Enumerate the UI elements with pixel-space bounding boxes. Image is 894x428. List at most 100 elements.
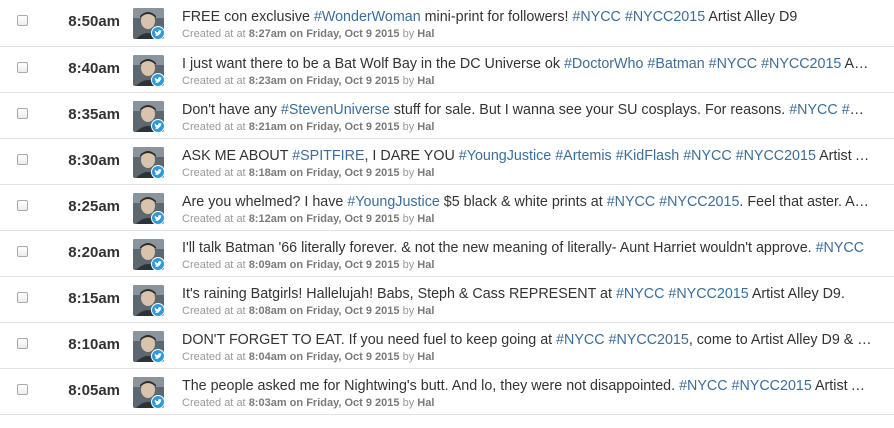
hashtag-link[interactable]: #NYCC2015 <box>761 56 841 72</box>
post-text[interactable]: It's raining Batgirls! Hallelujah! Babs,… <box>182 286 872 302</box>
author-name[interactable]: Hal <box>417 75 434 87</box>
on-label: on <box>289 167 304 179</box>
author-name[interactable]: Hal <box>417 213 434 225</box>
hashtag-link[interactable]: #NYCC2015 <box>609 332 689 348</box>
avatar[interactable] <box>133 331 164 362</box>
avatar[interactable] <box>133 8 164 39</box>
post-row[interactable]: 8:35am Don't have any #StevenUniverse st… <box>0 93 894 139</box>
post-text-segment: Artist Alley D9 <box>814 378 872 394</box>
post-text[interactable]: FREE con exclusive #WonderWoman mini-pri… <box>182 9 872 25</box>
twitter-icon <box>151 211 164 224</box>
twitter-icon <box>151 303 164 316</box>
author-name[interactable]: Hal <box>417 167 434 179</box>
by-label: by <box>402 28 415 40</box>
hashtag-link[interactable]: #NYCC2015 <box>732 378 812 394</box>
post-meta: Created at at 8:09am on Friday, Oct 9 20… <box>182 259 434 271</box>
created-label: Created at <box>182 28 234 40</box>
post-text[interactable]: Are you whelmed? I have #YoungJustice $5… <box>182 194 872 210</box>
hashtag-link[interactable]: #StevenUniverse <box>281 102 390 118</box>
hashtag-link[interactable]: #NYCC2015 <box>736 148 816 164</box>
created-time: 8:27am <box>248 28 287 40</box>
hashtag-link[interactable]: #NYCC2015 <box>659 194 739 210</box>
post-row[interactable]: 8:20am I'll talk Batman '66 literally fo… <box>0 231 894 277</box>
author-name[interactable]: Hal <box>417 305 434 317</box>
select-checkbox[interactable] <box>17 62 28 73</box>
hashtag-link[interactable]: #NYCC <box>607 194 655 210</box>
hashtag-link[interactable]: #SPITFIRE <box>292 148 364 164</box>
select-checkbox[interactable] <box>17 338 28 349</box>
hashtag-link[interactable]: #NYCC <box>709 56 757 72</box>
author-name[interactable]: Hal <box>417 259 434 271</box>
select-checkbox[interactable] <box>17 200 28 211</box>
post-text[interactable]: DON'T FORGET TO EAT. If you need fuel to… <box>182 332 872 348</box>
at-label: at <box>236 75 246 87</box>
post-text[interactable]: I just want there to be a Bat Wolf Bay i… <box>182 56 872 72</box>
on-label: on <box>289 351 304 363</box>
at-label: at <box>236 351 246 363</box>
avatar[interactable] <box>133 55 164 86</box>
author-name[interactable]: Hal <box>417 121 434 133</box>
select-checkbox[interactable] <box>17 154 28 165</box>
hashtag-link[interactable]: #NYCC2015 <box>842 102 872 118</box>
by-label: by <box>402 75 415 87</box>
hashtag-link[interactable]: #DoctorWho <box>564 56 643 72</box>
post-row[interactable]: 8:15am It's raining Batgirls! Hallelujah… <box>0 277 894 323</box>
post-text-segment: ASK ME ABOUT <box>182 148 293 164</box>
post-text-segment: FREE con exclusive <box>182 9 314 25</box>
select-checkbox[interactable] <box>17 108 28 119</box>
hashtag-link[interactable]: #NYCC <box>679 378 727 394</box>
post-row[interactable]: 8:05am The people asked me for Nightwing… <box>0 369 894 415</box>
hashtag-link[interactable]: #NYCC <box>816 240 864 256</box>
hashtag-link[interactable]: #YoungJustice <box>459 148 551 164</box>
hashtag-link[interactable]: #NYCC <box>616 286 664 302</box>
avatar[interactable] <box>133 377 164 408</box>
post-text-segment: I just want there to be a Bat Wolf Bay i… <box>182 56 564 72</box>
select-checkbox[interactable] <box>17 15 28 26</box>
post-text[interactable]: ASK ME ABOUT #SPITFIRE, I DARE YOU #Youn… <box>182 148 872 164</box>
post-row[interactable]: 8:30am ASK ME ABOUT #SPITFIRE, I DARE YO… <box>0 139 894 185</box>
by-label: by <box>402 121 415 133</box>
post-row[interactable]: 8:50am FREE con exclusive #WonderWoman m… <box>0 0 894 47</box>
hashtag-link[interactable]: #YoungJustice <box>347 194 439 210</box>
at-label: at <box>236 259 246 271</box>
created-time: 8:08am <box>248 305 287 317</box>
hashtag-link[interactable]: #NYCC <box>556 332 604 348</box>
created-label: Created at <box>182 351 234 363</box>
hashtag-link[interactable]: #Batman <box>647 56 704 72</box>
avatar[interactable] <box>133 147 164 178</box>
hashtag-link[interactable]: #WonderWoman <box>314 9 421 25</box>
select-checkbox[interactable] <box>17 292 28 303</box>
created-time: 8:18am <box>248 167 287 179</box>
author-name[interactable]: Hal <box>417 351 434 363</box>
author-name[interactable]: Hal <box>417 397 434 409</box>
twitter-icon <box>151 26 164 39</box>
post-text[interactable]: I'll talk Batman '66 literally forever. … <box>182 240 872 256</box>
post-text-segment: Artist Alley D9 <box>844 56 872 72</box>
hashtag-link[interactable]: #NYCC <box>683 148 731 164</box>
created-date: Friday, Oct 9 2015 <box>306 259 400 271</box>
at-label: at <box>236 167 246 179</box>
post-text[interactable]: The people asked me for Nightwing's butt… <box>182 378 872 394</box>
post-text[interactable]: Don't have any #StevenUniverse stuff for… <box>182 102 872 118</box>
avatar[interactable] <box>133 285 164 316</box>
hashtag-link[interactable]: #KidFlash <box>616 148 680 164</box>
scheduled-time: 8:30am <box>68 152 120 169</box>
hashtag-link[interactable]: #NYCC2015 <box>625 9 705 25</box>
hashtag-link[interactable]: #NYCC <box>789 102 837 118</box>
post-row[interactable]: 8:40am I just want there to be a Bat Wol… <box>0 47 894 93</box>
author-name[interactable]: Hal <box>417 28 434 40</box>
post-row[interactable]: 8:10am DON'T FORGET TO EAT. If you need … <box>0 323 894 369</box>
hashtag-link[interactable]: #NYCC <box>572 9 620 25</box>
twitter-icon <box>151 165 164 178</box>
select-checkbox[interactable] <box>17 384 28 395</box>
avatar[interactable] <box>133 239 164 270</box>
post-meta: Created at at 8:23am on Friday, Oct 9 20… <box>182 75 434 87</box>
post-row[interactable]: 8:25am Are you whelmed? I have #YoungJus… <box>0 185 894 231</box>
avatar[interactable] <box>133 101 164 132</box>
scheduled-time: 8:20am <box>68 244 120 261</box>
avatar[interactable] <box>133 193 164 224</box>
twitter-icon <box>151 349 164 362</box>
hashtag-link[interactable]: #NYCC2015 <box>668 286 748 302</box>
hashtag-link[interactable]: #Artemis <box>555 148 611 164</box>
select-checkbox[interactable] <box>17 246 28 257</box>
